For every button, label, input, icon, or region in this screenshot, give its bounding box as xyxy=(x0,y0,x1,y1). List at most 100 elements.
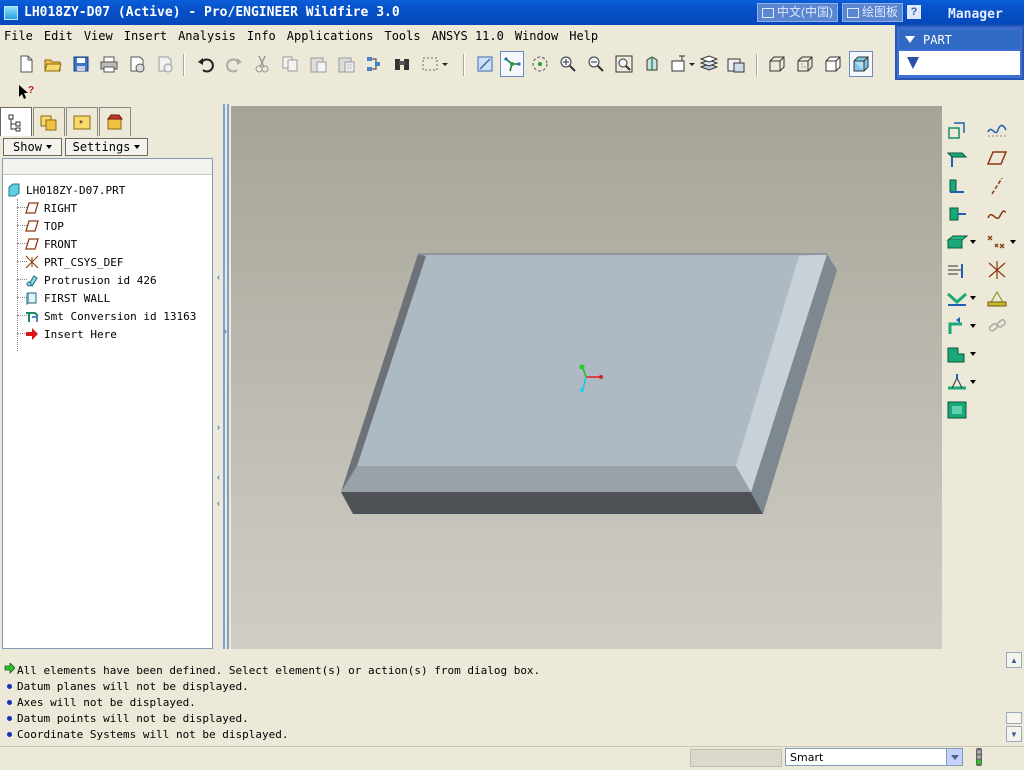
scroll-down-button[interactable]: ▼ xyxy=(1006,726,1022,742)
filter-dropdown-button[interactable] xyxy=(946,749,962,765)
toolbar-separator xyxy=(463,54,465,76)
ime-help-button[interactable]: ? xyxy=(907,5,922,19)
datum-point-button[interactable] xyxy=(984,230,1016,254)
menu-insert[interactable]: Insert xyxy=(120,29,171,43)
print-button[interactable] xyxy=(97,52,121,76)
zoom-out-icon xyxy=(588,56,604,72)
form-button[interactable] xyxy=(944,370,976,394)
open-button[interactable] xyxy=(41,52,65,76)
datum-curve-sketch-button[interactable] xyxy=(984,118,1010,142)
tree-item-protrusion[interactable]: Protrusion id 426 xyxy=(25,271,157,289)
menu-help[interactable]: Help xyxy=(565,29,602,43)
expand-right-icon[interactable]: › xyxy=(217,422,223,432)
cut-button[interactable] xyxy=(250,52,274,76)
menu-window[interactable]: Window xyxy=(511,29,562,43)
show-dropdown[interactable]: Show xyxy=(3,138,62,156)
context-help-button[interactable]: ? xyxy=(14,80,38,104)
tree-root[interactable]: LH018ZY-D07.PRT xyxy=(7,181,125,199)
csys-x-point xyxy=(599,375,603,379)
collapse-left-icon[interactable]: ‹ xyxy=(217,498,223,508)
shared-data-button[interactable] xyxy=(984,314,1010,338)
menu-ansys[interactable]: ANSYS 11.0 xyxy=(428,29,508,43)
sheet-metal-conversion-button[interactable] xyxy=(944,118,970,142)
refit-button[interactable] xyxy=(612,52,636,76)
punch-button[interactable] xyxy=(944,342,976,366)
ime-language-button[interactable]: 中文(中国) xyxy=(757,3,838,22)
hidden-line-button[interactable] xyxy=(793,52,817,76)
extrude-wall-button[interactable] xyxy=(944,230,976,254)
copy-button[interactable] xyxy=(278,52,302,76)
zoom-in-button[interactable] xyxy=(556,52,580,76)
paste-button[interactable] xyxy=(306,52,330,76)
bend-back-button[interactable] xyxy=(944,314,976,338)
graphics-window[interactable] xyxy=(231,106,942,649)
send-mail-button[interactable] xyxy=(125,52,149,76)
layers-button[interactable] xyxy=(697,52,721,76)
folder-browser-icon xyxy=(40,115,57,131)
flange-button[interactable] xyxy=(944,174,970,198)
zoom-out-button[interactable] xyxy=(584,52,608,76)
wireframe-icon xyxy=(769,56,785,72)
analysis-button[interactable] xyxy=(984,286,1010,310)
model-tree-icon xyxy=(8,114,21,132)
layer-filter-row[interactable] xyxy=(899,51,1020,75)
reorient-button[interactable] xyxy=(640,52,664,76)
message-scrollbar[interactable]: ▲ ▼ xyxy=(1006,652,1022,744)
menu-analysis[interactable]: Analysis xyxy=(174,29,240,43)
tab-folder-browser[interactable] xyxy=(33,107,65,136)
datum-plane-button[interactable] xyxy=(984,146,1010,170)
datum-axis-button[interactable] xyxy=(984,174,1010,198)
undo-button[interactable] xyxy=(194,52,218,76)
datum-curve-button[interactable] xyxy=(984,202,1010,226)
ime-drawing-board-button[interactable]: 绘图板 xyxy=(842,3,904,22)
tree-item-smt-conversion[interactable]: Smt Conversion id 13163 xyxy=(25,307,196,325)
spin-center-button[interactable] xyxy=(500,51,524,77)
collapse-arrow-icon[interactable]: › xyxy=(224,326,230,336)
menu-info[interactable]: Info xyxy=(243,29,280,43)
tree-item-top[interactable]: TOP xyxy=(25,217,64,235)
tree-item-first-wall[interactable]: FIRST WALL xyxy=(25,289,110,307)
saved-views-dropdown[interactable] xyxy=(668,52,700,76)
scroll-thumb[interactable] xyxy=(1006,712,1022,724)
selection-filter-select[interactable]: Smart xyxy=(785,748,963,766)
flatten-button[interactable] xyxy=(944,398,970,422)
unbend-button[interactable] xyxy=(944,286,976,310)
menu-applications[interactable]: Applications xyxy=(283,29,378,43)
bend-button[interactable] xyxy=(944,258,970,282)
tree-item-front[interactable]: FRONT xyxy=(25,235,77,253)
tree-item-insert-here[interactable]: Insert Here xyxy=(25,325,117,343)
scroll-up-button[interactable]: ▲ xyxy=(1006,652,1022,668)
menu-edit[interactable]: Edit xyxy=(40,29,77,43)
no-hidden-button[interactable] xyxy=(821,52,845,76)
orient-mode-button[interactable] xyxy=(528,52,552,76)
view-manager-button[interactable] xyxy=(724,52,748,76)
save-button[interactable] xyxy=(69,52,93,76)
shading-button[interactable] xyxy=(849,51,873,77)
settings-dropdown[interactable]: Settings xyxy=(65,138,148,156)
tab-model-tree[interactable] xyxy=(0,107,32,136)
selection-box-dropdown[interactable] xyxy=(418,52,452,76)
menu-tools[interactable]: Tools xyxy=(380,29,424,43)
panel-sash[interactable]: ‹ › › ‹ ‹ xyxy=(215,104,229,649)
tree-item-right[interactable]: RIGHT xyxy=(25,199,77,217)
collapse-left-icon[interactable]: ‹ xyxy=(217,272,223,282)
tab-favorites[interactable]: * xyxy=(66,107,98,136)
menu-file[interactable]: File xyxy=(0,29,37,43)
wireframe-button[interactable] xyxy=(765,52,789,76)
send-link-button[interactable] xyxy=(153,52,177,76)
new-button[interactable] xyxy=(14,52,38,76)
layer-part-row[interactable]: PART xyxy=(899,30,1020,49)
tree-item-csys[interactable]: PRT_CSYS_DEF xyxy=(25,253,123,271)
tab-connections[interactable] xyxy=(99,107,131,136)
datum-csys-button[interactable] xyxy=(984,258,1010,282)
paste-special-button[interactable] xyxy=(334,52,358,76)
regenerate-button[interactable] xyxy=(362,52,386,76)
repaint-button[interactable] xyxy=(473,52,497,76)
menu-view[interactable]: View xyxy=(80,29,117,43)
find-button[interactable] xyxy=(390,52,414,76)
redo-button[interactable] xyxy=(222,52,246,76)
wall-button[interactable] xyxy=(944,146,970,170)
collapse-left-icon[interactable]: ‹ xyxy=(217,472,223,482)
unattached-wall-button[interactable] xyxy=(944,202,970,226)
mail-link-icon xyxy=(158,56,173,73)
